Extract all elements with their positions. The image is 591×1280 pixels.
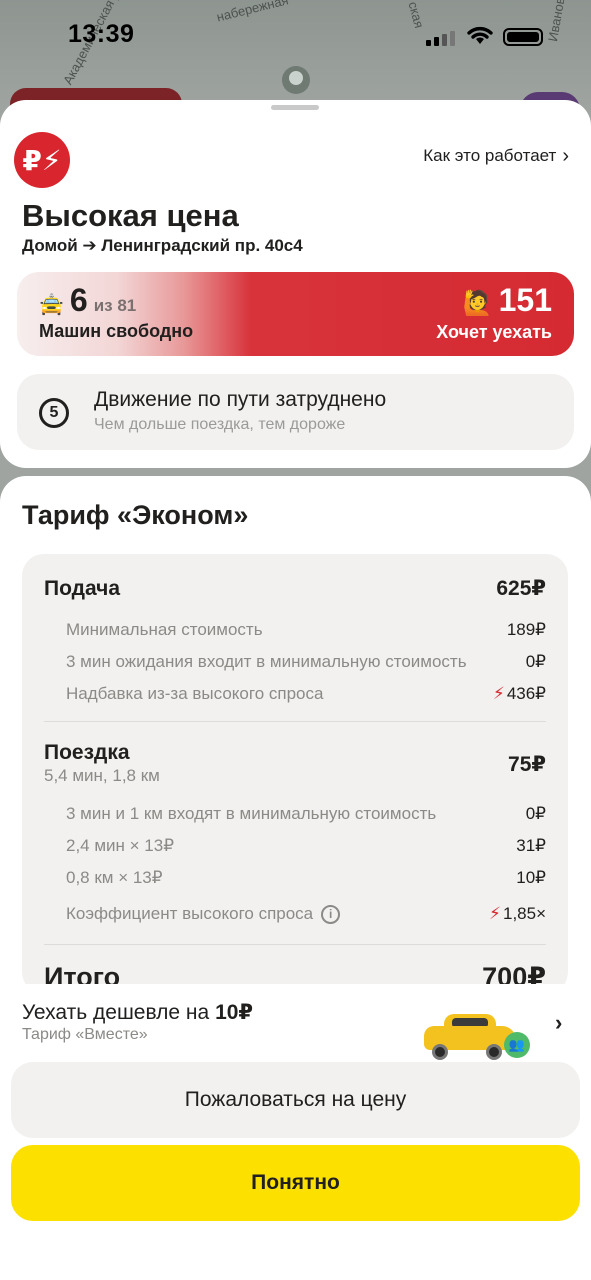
pickup-row: Подача 625₽ xyxy=(44,576,546,601)
price-line: 3 мин ожидания входит в минимальную стои… xyxy=(66,652,546,672)
divider xyxy=(44,721,546,722)
cheaper-title: Уехать дешевле на 10₽ xyxy=(22,1000,253,1025)
price-line-value: 1,85× xyxy=(502,904,546,923)
price-line-value: 31₽ xyxy=(516,836,546,855)
traffic-level-icon: 5 xyxy=(39,398,69,428)
riders-count: 151 xyxy=(498,282,552,318)
price-line-value: 189₽ xyxy=(506,620,546,639)
pickup-amount: 625₽ xyxy=(496,577,546,600)
price-line-value: 0₽ xyxy=(525,652,546,671)
price-line-label: 2,4 мин × 13₽ xyxy=(66,836,175,855)
page-title: Высокая цена xyxy=(22,198,239,233)
price-line-label: Надбавка из-за высокого спроса xyxy=(66,684,324,703)
riders-label: Хочет уехать xyxy=(436,322,552,342)
info-icon[interactable]: i xyxy=(321,905,341,925)
price-line-label: 0,8 км × 13₽ xyxy=(66,868,163,887)
ride-label: Поездка xyxy=(44,741,130,764)
shared-ride-icon: 👥 xyxy=(504,1032,530,1058)
price-line: 0,8 км × 13₽ 10₽ xyxy=(66,868,546,888)
how-it-works-label: Как это работает xyxy=(423,146,557,165)
ride-details: 5,4 мин, 1,8 км xyxy=(44,766,160,785)
surge-price-icon: ₽⚡ xyxy=(14,132,70,188)
lightning-icon: ⚡ xyxy=(489,904,501,923)
wifi-icon xyxy=(467,26,493,44)
ride-amount: 75₽ xyxy=(508,753,546,776)
ok-button[interactable]: Понятно xyxy=(11,1145,580,1221)
demand-banner: 🚖 6 из 81 Машин свободно 🙋 151 Хочет уех… xyxy=(17,272,574,356)
bottom-actions: Уехать дешевле на 10₽ Тариф «Вместе» 👥 ›… xyxy=(0,984,591,1280)
total-cars: из 81 xyxy=(93,296,137,315)
battery-icon xyxy=(503,28,543,46)
cheaper-tariff: Тариф «Вместе» xyxy=(22,1026,148,1043)
price-line: 3 мин и 1 км входят в минимальную стоимо… xyxy=(66,804,546,824)
cheaper-amount: 10₽ xyxy=(215,1001,254,1024)
cellular-signal-icon xyxy=(426,30,455,46)
route-text: Домой ➔ Ленинградский пр. 40с4 xyxy=(22,236,303,255)
hailing-person-icon: 🙋 xyxy=(462,290,493,317)
ride-row: Поездка 75₽ xyxy=(44,740,546,776)
car-icon: 🚖 xyxy=(39,294,64,316)
price-line-label: Минимальная стоимость xyxy=(66,620,263,639)
surge-info-sheet: ₽⚡ Как это работает › Высокая цена Домой… xyxy=(0,100,591,468)
price-line: Минимальная стоимость 189₽ xyxy=(66,620,546,640)
tree-icon xyxy=(282,66,310,94)
taxi-car-icon: 👥 xyxy=(424,1010,532,1060)
price-line-value: 0₽ xyxy=(525,804,546,823)
price-line-label: 3 мин и 1 км входят в минимальную стоимо… xyxy=(66,804,437,823)
price-line: 2,4 мин × 13₽ 31₽ xyxy=(66,836,546,856)
how-it-works-link[interactable]: Как это работает › xyxy=(423,146,569,166)
free-cars-count: 6 xyxy=(69,282,88,318)
price-line-value: 436₽ xyxy=(506,684,546,703)
complain-button[interactable]: Пожаловаться на цену xyxy=(11,1062,580,1138)
traffic-notice: 5 Движение по пути затруднено Чем дольше… xyxy=(17,374,574,450)
price-line: Коэффициент высокого спроса i ⚡ 1,85× xyxy=(66,904,546,925)
chevron-right-icon: › xyxy=(555,1010,563,1035)
cheaper-prefix: Уехать дешевле на xyxy=(22,1001,210,1024)
chevron-right-icon: › xyxy=(562,145,569,167)
price-line: Надбавка из-за высокого спроса ⚡ 436₽ xyxy=(66,684,546,704)
pickup-label: Подача xyxy=(44,577,121,600)
price-line-value: 10₽ xyxy=(516,868,546,887)
free-cars-label: Машин свободно xyxy=(39,321,194,341)
price-breakdown-card: Подача 625₽ Минимальная стоимость 189₽ 3… xyxy=(22,554,568,994)
lightning-icon: ⚡ xyxy=(492,684,505,703)
sheet-drag-handle[interactable] xyxy=(271,105,319,110)
status-time: 13:39 xyxy=(68,20,135,48)
traffic-title: Движение по пути затруднено xyxy=(94,388,387,411)
price-line-label: Коэффициент высокого спроса xyxy=(66,904,314,923)
divider xyxy=(44,944,546,945)
tariff-title: Тариф «Эконом» xyxy=(22,500,249,530)
status-bar: 13:39 xyxy=(0,18,591,54)
traffic-subtitle: Чем дольше поездка, тем дороже xyxy=(94,416,346,433)
price-line-label: 3 мин ожидания входит в минимальную стои… xyxy=(66,652,467,671)
